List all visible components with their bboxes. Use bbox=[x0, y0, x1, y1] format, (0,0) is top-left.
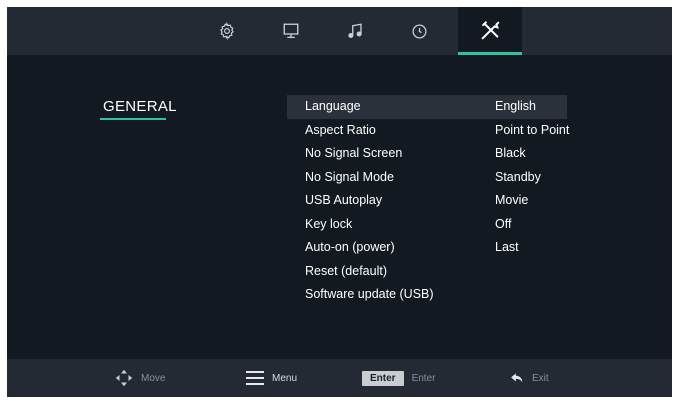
section-title: GENERAL bbox=[103, 98, 177, 115]
hint-exit: Exit bbox=[510, 359, 549, 397]
clock-icon bbox=[411, 23, 427, 39]
setting-value: Black bbox=[495, 146, 526, 160]
category-tab-bar bbox=[7, 7, 672, 55]
hint-exit-label: Exit bbox=[532, 372, 549, 384]
hint-menu-label: Menu bbox=[272, 372, 298, 384]
tab-picture[interactable] bbox=[259, 7, 323, 55]
hint-move-label: Move bbox=[141, 372, 166, 384]
settings-menu: Language English Aspect Ratio Point to P… bbox=[287, 95, 570, 307]
setting-usb-autoplay[interactable]: USB Autoplay Movie bbox=[287, 189, 567, 213]
music-note-icon bbox=[348, 23, 362, 39]
hint-move: Move bbox=[115, 359, 165, 397]
setting-value: Movie bbox=[495, 193, 529, 207]
setting-label: Software update (USB) bbox=[305, 287, 434, 301]
setting-label: No Signal Screen bbox=[305, 146, 403, 160]
setting-language[interactable]: Language English bbox=[287, 95, 567, 119]
setting-label: No Signal Mode bbox=[305, 169, 394, 184]
setting-label: USB Autoplay bbox=[305, 193, 383, 207]
setting-value: Last bbox=[495, 240, 519, 254]
monitor-icon bbox=[283, 23, 299, 39]
setting-value: Point to Point bbox=[495, 122, 570, 137]
setting-key-lock[interactable]: Key lock Off bbox=[287, 213, 567, 237]
setting-aspect-ratio[interactable]: Aspect Ratio Point to Point bbox=[287, 119, 570, 143]
setting-value: Standby bbox=[495, 169, 541, 184]
hint-enter: Enter Enter bbox=[362, 359, 435, 397]
back-arrow-icon bbox=[511, 373, 523, 383]
tab-general[interactable] bbox=[458, 7, 522, 55]
setting-no-signal-screen[interactable]: No Signal Screen Black bbox=[287, 142, 567, 166]
settings-screen: GENERAL Language English Aspect Ratio Po… bbox=[7, 7, 672, 397]
setting-label: Key lock bbox=[305, 216, 353, 231]
setting-label: Auto-on (power) bbox=[305, 240, 395, 254]
setting-software-update[interactable]: Software update (USB) bbox=[287, 283, 567, 307]
hint-enter-label: Enter bbox=[411, 372, 436, 384]
dpad-icon bbox=[115, 369, 133, 387]
tab-time[interactable] bbox=[387, 7, 451, 55]
gear-icon bbox=[220, 22, 234, 40]
enter-key-badge: Enter bbox=[362, 370, 404, 386]
active-tab-indicator bbox=[458, 52, 522, 55]
setting-reset[interactable]: Reset (default) bbox=[287, 260, 567, 284]
setting-no-signal-mode[interactable]: No Signal Mode Standby bbox=[287, 166, 567, 190]
setting-auto-on[interactable]: Auto-on (power) Last bbox=[287, 236, 567, 260]
setting-value: Off bbox=[495, 216, 512, 231]
setting-label: Language bbox=[305, 99, 361, 113]
tab-sound[interactable] bbox=[323, 7, 387, 55]
hint-menu: Menu bbox=[246, 359, 297, 397]
section-title-underline bbox=[100, 118, 166, 120]
setting-value: English bbox=[495, 99, 536, 113]
tools-icon bbox=[481, 21, 500, 40]
setting-label: Aspect Ratio bbox=[305, 122, 376, 137]
tab-system[interactable] bbox=[195, 7, 259, 55]
hint-bar: Move Menu Enter Enter Exit bbox=[7, 359, 672, 397]
setting-label: Reset (default) bbox=[305, 263, 387, 278]
menu-icon bbox=[246, 371, 264, 385]
